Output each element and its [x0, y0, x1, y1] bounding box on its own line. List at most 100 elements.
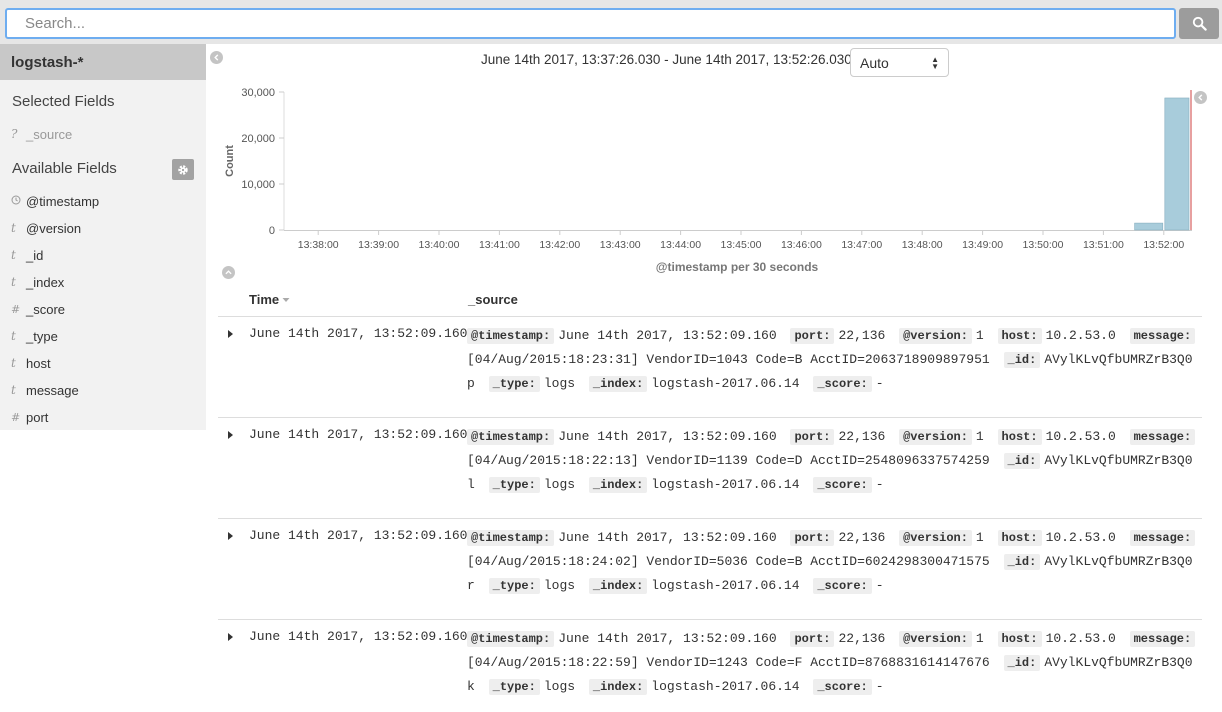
row-time: June 14th 2017, 13:52:09.160 [249, 528, 468, 543]
y-tick-label: 0 [269, 225, 275, 237]
interval-value: Auto [860, 54, 889, 71]
source-field-key: message: [1129, 631, 1196, 647]
source-field-value: 1 [975, 631, 984, 646]
field-name: host [26, 355, 51, 371]
x-tick-label: 13:51:00 [1083, 239, 1124, 251]
source-field-key: _score: [813, 376, 872, 392]
source-field-value: 1 [975, 328, 984, 343]
string-type-icon: t [11, 383, 16, 397]
x-tick-label: 13:42:00 [539, 239, 580, 251]
x-axis-label: @timestamp per 30 seconds [656, 260, 819, 274]
source-field-key: @version: [899, 530, 972, 546]
source-field-value: 22,136 [838, 631, 886, 646]
source-field-value: logs [543, 578, 576, 593]
clock-icon [11, 194, 26, 208]
field-item-host[interactable]: t host [11, 353, 51, 373]
source-field-key: port: [790, 328, 835, 344]
source-field-value: 1 [975, 530, 984, 545]
source-field-key: @timestamp: [467, 429, 555, 445]
field-item-index[interactable]: t _index [11, 272, 64, 292]
source-field-key: host: [997, 328, 1042, 344]
chevron-left-icon [214, 54, 219, 61]
source-field-key: host: [997, 530, 1042, 546]
source-field-key: @timestamp: [467, 631, 555, 647]
field-item-port[interactable]: # port [11, 407, 48, 427]
x-tick-label: 13:47:00 [841, 239, 882, 251]
source-field-value: [04/Aug/2015:18:23:31] VendorID=1043 Cod… [467, 352, 990, 367]
row-source: @timestamp: June 14th 2017, 13:52:09.160 … [467, 425, 1200, 497]
source-field-key: @timestamp: [467, 328, 555, 344]
row-time: June 14th 2017, 13:52:09.160 [249, 326, 468, 341]
caret-right-icon [227, 330, 233, 338]
field-item-version[interactable]: t @version [11, 218, 81, 238]
x-tick-label: 13:50:00 [1023, 239, 1064, 251]
collapse-right-button[interactable] [1194, 91, 1207, 104]
field-item-id[interactable]: t _id [11, 245, 43, 265]
y-axis-label: Count [224, 145, 236, 177]
row-time: June 14th 2017, 13:52:09.160 [249, 629, 468, 644]
source-field-key: _score: [813, 679, 872, 695]
source-field-key: _index: [588, 578, 648, 594]
table-row: June 14th 2017, 13:52:09.160 @timestamp: J… [218, 620, 1202, 712]
source-field-value: - [875, 578, 884, 593]
field-name: _index [26, 274, 65, 290]
sort-down-icon[interactable] [282, 297, 290, 303]
source-field-value: - [875, 376, 884, 391]
y-tick-label: 30,000 [241, 87, 275, 99]
interval-select[interactable]: Auto ▲ ▼ [850, 48, 949, 77]
field-item-message[interactable]: t message [11, 380, 79, 400]
source-field-value: 22,136 [838, 429, 886, 444]
field-name: @timestamp [26, 193, 100, 209]
source-field-value: - [875, 679, 884, 694]
source-field-value: logs [543, 477, 576, 492]
source-field-value: logstash-2017.06.14 [651, 679, 800, 694]
row-expand-button[interactable] [225, 327, 235, 341]
field-settings-button[interactable] [172, 159, 194, 180]
field-item-type[interactable]: t _type [11, 326, 58, 346]
source-field-key: host: [997, 429, 1042, 445]
row-expand-button[interactable] [225, 428, 235, 442]
collapse-chart-button[interactable] [222, 266, 235, 279]
row-expand-button[interactable] [225, 630, 235, 644]
source-field-value: June 14th 2017, 13:52:09.160 [558, 631, 777, 646]
source-field-value: - [875, 477, 884, 492]
caret-right-icon [227, 431, 233, 439]
source-field-value: June 14th 2017, 13:52:09.160 [558, 530, 777, 545]
field-item-timestamp[interactable]: @timestamp [11, 191, 99, 211]
row-expand-button[interactable] [225, 529, 235, 543]
field-name: _source [26, 126, 73, 142]
chevron-up-icon [225, 270, 232, 275]
field-name: @version [26, 220, 82, 236]
collapse-sidebar-button[interactable] [210, 51, 223, 64]
search-input[interactable] [5, 8, 1176, 39]
table-row: June 14th 2017, 13:52:09.160 @timestamp: J… [218, 317, 1202, 418]
source-field-key: _index: [588, 376, 648, 392]
x-tick-label: 13:40:00 [419, 239, 460, 251]
field-item-source[interactable]: ? _source [11, 124, 72, 144]
histogram-chart: 0 10,000 20,000 30,000 Count 13:38:00 13:39:00… [224, 87, 1192, 274]
x-tick-label: 13:46:00 [781, 239, 822, 251]
source-field-key: @version: [899, 328, 972, 344]
histogram-bar [1134, 222, 1164, 231]
source-field-key: _score: [813, 578, 872, 594]
chevron-left-icon [1198, 94, 1203, 101]
search-button[interactable] [1179, 8, 1219, 39]
select-arrows-icon: ▲ ▼ [931, 54, 939, 71]
row-time: June 14th 2017, 13:52:09.160 [249, 427, 468, 442]
source-field-value: logstash-2017.06.14 [651, 477, 800, 492]
field-name: _type [26, 328, 58, 344]
number-type-icon: # [11, 410, 21, 424]
source-field-value: logs [543, 679, 576, 694]
source-field-key: _type: [488, 477, 540, 493]
time-column-header[interactable]: Time [249, 292, 290, 307]
string-type-icon: t [11, 329, 16, 343]
selected-fields-title: Selected Fields [12, 93, 115, 110]
source-field-value: 10.2.53.0 [1045, 328, 1116, 343]
index-pattern-title[interactable]: logstash-* [0, 44, 206, 80]
x-tick-label: 13:43:00 [600, 239, 641, 251]
x-tick-label: 13:45:00 [721, 239, 762, 251]
y-tick-label: 20,000 [241, 133, 275, 145]
row-source: @timestamp: June 14th 2017, 13:52:09.160 … [467, 324, 1200, 396]
field-item-score[interactable]: # _score [11, 299, 65, 319]
string-type-icon: t [11, 221, 16, 235]
